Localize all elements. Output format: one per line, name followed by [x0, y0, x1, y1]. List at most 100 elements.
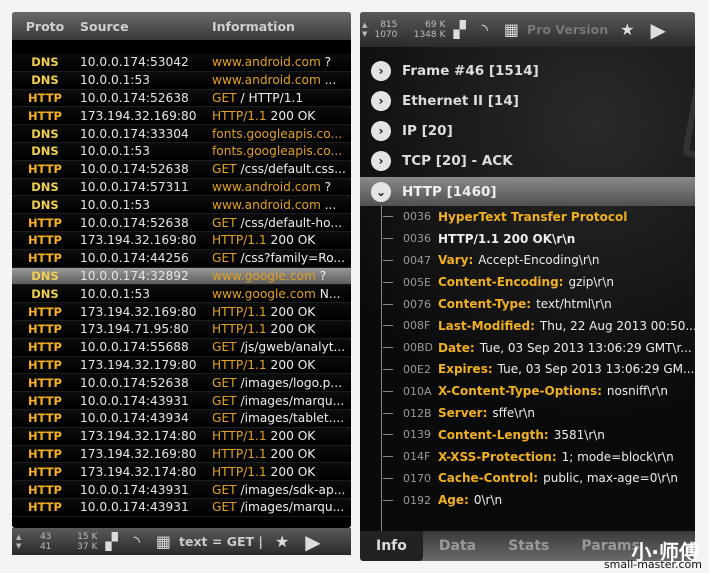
column-source[interactable]: Source [78, 19, 212, 34]
packet-row[interactable]: HTTP 10.0.0.174:44256 GET /css?family=Ro..… [12, 249, 351, 268]
source-cell: 10.0.0.174:52638 [80, 90, 189, 105]
blocks-icon[interactable]: ▞ [453, 20, 465, 39]
tree-node[interactable]: › Frame #46 [1514] [360, 56, 695, 85]
tab-stats[interactable]: Stats [492, 531, 565, 561]
packet-list-panel: Proto Source Information DNS 10.0.0.174:5… [12, 12, 351, 528]
proto-cell: HTTP [27, 464, 62, 479]
field-row[interactable]: 0139 Content-Length: 3581\r\n [360, 424, 695, 446]
info-cell: GET /css/default-ho... [212, 216, 351, 230]
packet-row[interactable]: HTTP 10.0.0.174:52638 GET /css/default-ho.… [12, 214, 351, 232]
blocks-icon[interactable]: ▞ [105, 532, 117, 551]
field-row[interactable]: 0192 Age: 0\r\n [360, 489, 695, 511]
packet-row[interactable]: HTTP 10.0.0.174:43934 GET /images/tablet..… [12, 409, 351, 428]
info-rest: /css/default-ho... [236, 215, 342, 230]
source-cell: 10.0.0.174:43931 [80, 393, 189, 408]
tree-branch [383, 281, 393, 283]
field-offset: 00E2 [403, 362, 431, 376]
source-cell: 10.0.0.1:53 [80, 197, 151, 212]
tree-node-label: Ethernet II [14] [402, 92, 519, 109]
column-proto[interactable]: Proto [12, 19, 78, 34]
source-cell: 10.0.0.174:52638 [80, 375, 189, 390]
packet-row[interactable]: HTTP 10.0.0.174:43931 GET /images/marqu... [12, 498, 351, 517]
source-cell: 173.194.71.95:80 [80, 322, 189, 337]
field-row[interactable]: 0170 Cache-Control: public, max-age=0\r\n [360, 468, 695, 490]
field-key: Date: [438, 340, 475, 355]
packet-row[interactable]: HTTP 10.0.0.174:52638 GET / HTTP/1.1 [12, 89, 351, 108]
info-cell: HTTP/1.1 200 OK [212, 429, 351, 443]
source-cell: 173.194.32.169:80 [80, 233, 197, 248]
field-row[interactable]: 014F X-XSS-Protection: 1; mode=block\r\n [360, 446, 695, 468]
packet-row[interactable]: HTTP 173.194.32.169:80 HTTP/1.1 200 OK [12, 231, 351, 250]
proto-cell: DNS [31, 286, 59, 301]
field-row[interactable]: 008F Last-Modified: Thu, 22 Aug 2013 00:50… [360, 315, 695, 337]
info-cell: HTTP/1.1 200 OK [212, 322, 351, 336]
column-information[interactable]: Information [212, 19, 351, 34]
pro-version-link[interactable]: Pro Version [527, 22, 608, 37]
packet-row[interactable]: HTTP 10.0.0.174:52638 GET /images/logo.p..… [12, 374, 351, 393]
field-row[interactable]: 00E2 Expires: Tue, 03 Sep 2013 13:06:29 GM… [360, 359, 695, 381]
chevron-right-icon[interactable]: › [371, 151, 391, 172]
wifi-icon[interactable]: ◝ [134, 532, 140, 551]
play-icon[interactable]: ▶ [651, 18, 666, 42]
packet-row[interactable]: HTTP 10.0.0.174:55688 GET /js/gweb/analyt.… [12, 338, 351, 357]
field-row[interactable]: 0036 HyperText Transfer Protocol [360, 206, 695, 228]
source-cell: 10.0.0.174:44256 [80, 251, 189, 266]
field-offset: 0170 [403, 471, 431, 485]
tree-node[interactable]: › IP [20] [360, 117, 695, 146]
chevron-right-icon[interactable]: › [371, 90, 391, 111]
packet-row[interactable]: DNS 10.0.0.1:53 www.google.com N... [12, 285, 351, 304]
packet-row[interactable]: DNS 10.0.0.1:53 fonts.googleapis.co... [12, 142, 351, 161]
packet-row[interactable]: HTTP 173.194.32.169:80 HTTP/1.1 200 OK [12, 107, 351, 126]
tab-info[interactable]: Info [360, 531, 423, 561]
packet-row[interactable]: DNS 10.0.0.174:57311 www.android.com ? [12, 178, 351, 197]
packet-row[interactable]: HTTP 10.0.0.174:43931 GET /images/sdk-ap..… [12, 481, 351, 499]
info-cell: HTTP/1.1 200 OK [212, 233, 351, 247]
packet-row[interactable]: HTTP 173.194.71.95:80 HTTP/1.1 200 OK [12, 320, 351, 339]
packet-row[interactable]: DNS 10.0.0.1:53 www.android.com ... [12, 196, 351, 215]
star-icon[interactable]: ★ [620, 20, 634, 39]
packet-row[interactable]: HTTP 10.0.0.174:52638 GET /css/default.css… [12, 160, 351, 179]
info-cell: HTTP/1.1 200 OK [212, 358, 351, 372]
proto-cell: HTTP [27, 251, 62, 266]
packet-row[interactable]: HTTP 173.194.32.174:80 HTTP/1.1 200 OK [12, 463, 351, 482]
chevron-right-icon[interactable]: › [371, 121, 391, 142]
proto-cell: HTTP [27, 322, 62, 337]
tree-node[interactable]: › TCP [20] - ACK [360, 147, 695, 176]
packet-row[interactable]: DNS 10.0.0.174:53042 www.android.com ? [12, 54, 351, 72]
source-cell: 173.194.32.169:80 [80, 446, 197, 461]
field-row[interactable]: 005E Content-Encoding: gzip\r\n [360, 271, 695, 293]
field-value: Tue, 03 Sep 2013 13:06:29 GM... [497, 362, 695, 377]
field-row[interactable]: 00BD Date: Tue, 03 Sep 2013 13:06:29 GMT\r… [360, 337, 695, 359]
field-row[interactable]: 0076 Content-Type: text/html\r\n [360, 293, 695, 315]
tree-node[interactable]: ⌄ HTTP [1460] [360, 177, 695, 207]
play-icon[interactable]: ▶ [305, 530, 320, 554]
field-value: HTTP/1.1 200 OK\r\n [438, 231, 576, 246]
info-cell: GET /css/default.css... [212, 162, 351, 176]
info-highlight: fonts.googleapis.co... [212, 126, 343, 141]
packet-row[interactable]: DNS 10.0.0.1:53 www.android.com ... [12, 71, 351, 90]
packet-row[interactable]: HTTP 173.194.32.169:80 HTTP/1.1 200 OK [12, 303, 351, 321]
tree-node-label: IP [20] [402, 123, 453, 140]
packet-row[interactable]: HTTP 173.194.32.169:80 HTTP/1.1 200 OK [12, 445, 351, 464]
packet-row[interactable]: HTTP 173.194.32.174:80 HTTP/1.1 200 OK [12, 427, 351, 446]
chevron-right-icon[interactable]: › [371, 60, 391, 81]
chevron-down-icon[interactable]: ⌄ [371, 181, 391, 202]
packet-row[interactable]: DNS 10.0.0.174:32892 www.google.com ? [12, 267, 351, 286]
field-row[interactable]: 0047 Vary: Accept-Encoding\r\n [360, 250, 695, 272]
grid-icon[interactable]: ▦ [504, 20, 519, 39]
packet-row[interactable]: DNS 10.0.0.174:33304 fonts.googleapis.co..… [12, 125, 351, 143]
field-value: Accept-Encoding\r\n [478, 253, 600, 268]
field-row[interactable]: 012B Server: sffe\r\n [360, 402, 695, 424]
field-row[interactable]: 010A X-Content-Type-Options: nosniff\r\n [360, 380, 695, 402]
tree-node[interactable]: › Ethernet II [14] [360, 86, 695, 115]
tab-data[interactable]: Data [423, 531, 492, 561]
info-highlight: HTTP/1.1 [212, 464, 267, 479]
wifi-icon[interactable]: ◝ [482, 20, 488, 39]
packet-row[interactable]: HTTP 10.0.0.174:43931 GET /images/marqu... [12, 392, 351, 410]
field-row[interactable]: 0036 HTTP/1.1 200 OK\r\n [360, 228, 695, 250]
grid-icon[interactable]: ▦ [156, 532, 171, 551]
filter-text[interactable]: text = GET | [179, 534, 263, 549]
star-icon[interactable]: ★ [275, 532, 289, 551]
packet-detail-panel: ✓ ▲▼ 8151070 69 K1348 K ▞ ◝ ▦ Pro Versio… [360, 12, 695, 561]
packet-row[interactable]: HTTP 173.194.32.179:80 HTTP/1.1 200 OK [12, 356, 351, 375]
